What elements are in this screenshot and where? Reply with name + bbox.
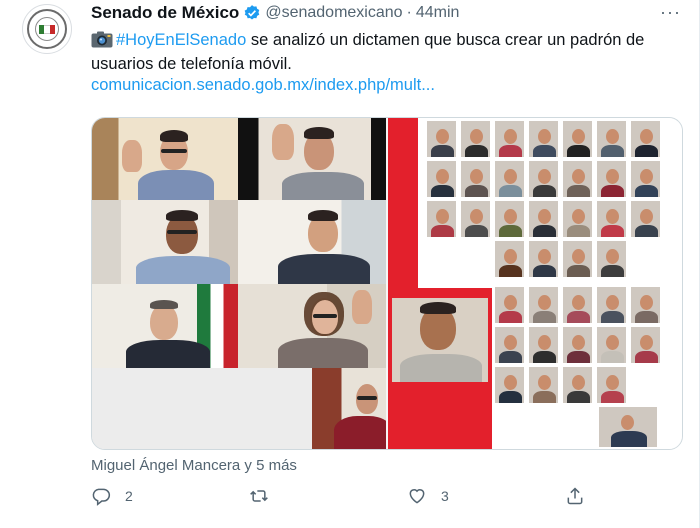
participant-tile — [312, 368, 386, 449]
like-button[interactable]: 3 — [407, 486, 449, 506]
like-count: 3 — [441, 488, 449, 504]
reply-button[interactable]: 2 — [91, 486, 133, 506]
participant-tile — [92, 200, 238, 284]
senate-seal-logo — [27, 9, 67, 49]
verified-badge-icon — [244, 5, 260, 20]
hashtag-link[interactable]: #HoyEnElSenado — [116, 31, 246, 49]
empty-tile — [92, 368, 312, 449]
tweet-card[interactable]: Senado de México @senadomexicano · 44min… — [0, 0, 700, 528]
share-button[interactable] — [565, 486, 585, 506]
video-call-collage-left — [92, 118, 386, 449]
retweet-button[interactable] — [249, 486, 283, 506]
liked-by-text[interactable]: Miguel Ángel Mancera y 5 más — [91, 457, 297, 474]
retweet-icon — [250, 490, 268, 502]
share-icon — [567, 487, 583, 505]
video-call-collage-right — [388, 118, 682, 449]
tweet-timestamp[interactable]: 44min — [416, 4, 460, 22]
more-options-icon[interactable]: ··· — [660, 2, 681, 23]
participant-tile — [392, 298, 488, 382]
reply-count: 2 — [125, 488, 133, 504]
account-name[interactable]: Senado de México — [91, 3, 239, 23]
tweet-text: #HoyEnElSenado se analizó un dictamen qu… — [91, 28, 681, 76]
reply-icon — [92, 488, 111, 506]
participant-tile — [238, 284, 386, 368]
tweet-media-image[interactable] — [91, 117, 683, 450]
avatar[interactable] — [22, 4, 72, 54]
account-handle[interactable]: @senadomexicano — [265, 4, 402, 22]
participant-tile — [92, 284, 238, 368]
like-icon — [409, 489, 425, 504]
tweet-actions: 2 3 — [91, 486, 591, 512]
tweet-header: Senado de México @senadomexicano · 44min — [91, 2, 459, 24]
separator-dot: · — [406, 4, 412, 21]
decor-red — [388, 118, 418, 288]
participant-tile — [238, 200, 386, 284]
camera-icon — [91, 31, 113, 48]
participant-tile — [238, 118, 386, 200]
external-link[interactable]: comunicacion.senado.gob.mx/index.php/mul… — [91, 76, 435, 95]
participant-tile — [92, 118, 238, 200]
